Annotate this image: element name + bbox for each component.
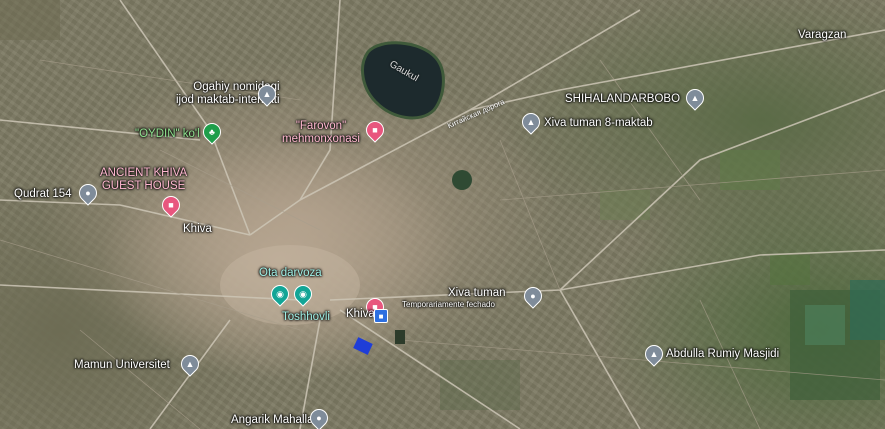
school-icon: ▲ — [526, 116, 536, 127]
place-label-oydin-kol[interactable]: "OYDIN" ko'l — [135, 128, 200, 141]
place-label-xiva-tuman[interactable]: Xiva tuman — [448, 287, 506, 300]
camera-icon: ◉ — [299, 288, 307, 299]
place-label-angarik[interactable]: Angarik Mahalla — [231, 414, 313, 427]
bed-icon: ■ — [372, 124, 378, 135]
place-label-xiva-8-maktab[interactable]: Xiva tuman 8-maktab — [544, 117, 653, 130]
place-label-ancient-line1: ANCIENT KHIVA — [100, 167, 188, 179]
camera-icon: ◉ — [276, 288, 284, 299]
train-station-marker[interactable]: ■ — [374, 309, 388, 323]
train-icon: ■ — [378, 311, 384, 321]
school-icon: ▲ — [690, 92, 700, 103]
mosque-icon: ▲ — [649, 348, 659, 359]
place-label-abdulla[interactable]: Abdulla Rumiy Masjidi — [666, 348, 779, 361]
school-icon: ▲ — [185, 358, 195, 369]
place-label-varagzan[interactable]: Varagzan — [798, 29, 846, 42]
place-label-ancient-line2: GUEST HOUSE — [101, 180, 186, 192]
tree-icon: ♣ — [209, 126, 215, 137]
place-label-ancient-khiva[interactable]: ANCIENT KHIVA GUEST HOUSE — [100, 167, 187, 193]
satellite-map[interactable]: Gaukul Китайская дорога Varagzan Ogahiy … — [0, 0, 885, 429]
place-label-ota-darvoza[interactable]: Ota darvoza — [259, 267, 322, 280]
place-label-farovon[interactable]: "Farovon" mehmonxonasi — [282, 120, 360, 146]
place-icon: ● — [530, 290, 536, 301]
place-label-farovon-line1: "Farovon" — [295, 120, 347, 132]
place-label-qudrat[interactable]: Qudrat 154 — [14, 188, 72, 201]
place-label-shihalandarbobo[interactable]: SHIHALANDARBOBO — [565, 93, 680, 106]
school-icon: ▲ — [262, 88, 272, 99]
place-label-khiva-station[interactable]: Khiva — [346, 308, 375, 321]
city-label-khiva[interactable]: Khiva — [183, 223, 212, 236]
place-label-mamun[interactable]: Mamun Universitet — [74, 359, 170, 372]
place-label-toshhovli[interactable]: Toshhovli — [282, 311, 330, 324]
place-status-xiva-tuman: Temporariamente fechado — [402, 300, 495, 309]
bed-icon: ■ — [168, 199, 174, 210]
place-icon: ● — [316, 412, 322, 423]
place-label-farovon-line2: mehmonxonasi — [282, 133, 360, 145]
place-icon: ● — [85, 187, 91, 198]
